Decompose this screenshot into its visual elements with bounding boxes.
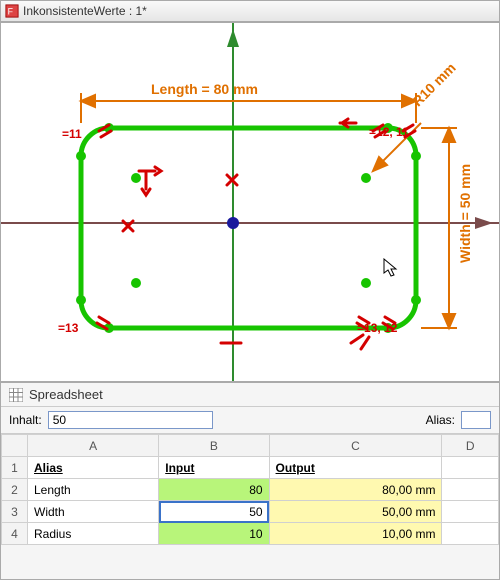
cell[interactable] (442, 457, 499, 479)
dimension-length[interactable]: Length = 80 mm (151, 81, 258, 97)
cell[interactable] (442, 501, 499, 523)
constraint-marker: =13 (58, 321, 78, 335)
spreadsheet-panel: Spreadsheet Inhalt: Alias: A B C D 1 Al (0, 382, 500, 580)
row-header[interactable]: 2 (2, 479, 28, 501)
cell-input[interactable]: 50 (159, 501, 269, 523)
col-header[interactable]: B (159, 435, 269, 457)
table-row: 2 Length 80 80,00 mm (2, 479, 499, 501)
spreadsheet-grid[interactable]: A B C D 1 Alias Input Output 2 Length 8 (1, 434, 499, 579)
constraint-marker: =11 (62, 127, 82, 141)
cell-alias-input[interactable] (461, 411, 491, 429)
cell-output[interactable]: 10,00 mm (269, 523, 442, 545)
cell-alias[interactable]: Length (28, 479, 159, 501)
cell-content-row: Inhalt: Alias: (1, 407, 499, 434)
app-icon: F (5, 4, 19, 18)
alias-label: Alias: (426, 413, 455, 427)
constraint-marker: =13, 12 (357, 321, 397, 335)
spreadsheet-panel-title: Spreadsheet (1, 383, 499, 407)
cell-content-input[interactable] (48, 411, 213, 429)
table-row: 1 Alias Input Output (2, 457, 499, 479)
row-header[interactable]: 3 (2, 501, 28, 523)
col-header[interactable]: A (28, 435, 159, 457)
table-row: 4 Radius 10 10,00 mm (2, 523, 499, 545)
header-output[interactable]: Output (269, 457, 442, 479)
dimension-width[interactable]: Width = 50 mm (457, 164, 473, 263)
row-header[interactable]: 4 (2, 523, 28, 545)
header-input[interactable]: Input (159, 457, 269, 479)
cell[interactable] (442, 479, 499, 501)
constraint-marker: =12, 11 (369, 125, 409, 139)
row-header[interactable]: 1 (2, 457, 28, 479)
cell-input[interactable]: 80 (159, 479, 269, 501)
table-row: 3 Width 50 50,00 mm (2, 501, 499, 523)
cell-alias[interactable]: Width (28, 501, 159, 523)
col-header[interactable]: D (442, 435, 499, 457)
header-alias[interactable]: Alias (28, 457, 159, 479)
mouse-cursor-icon (383, 258, 399, 278)
grid-corner[interactable] (2, 435, 28, 457)
window-titlebar: F InkonsistenteWerte : 1* (0, 0, 500, 22)
sketch-canvas[interactable]: Length = 80 mm Width = 50 mm R10 mm =11 … (0, 22, 500, 382)
svg-text:F: F (8, 7, 13, 17)
spreadsheet-title-text: Spreadsheet (29, 387, 103, 402)
cell-output[interactable]: 50,00 mm (269, 501, 442, 523)
cell[interactable] (442, 523, 499, 545)
col-header[interactable]: C (269, 435, 442, 457)
content-label: Inhalt: (9, 413, 42, 427)
spreadsheet-icon (9, 388, 23, 402)
cell-input[interactable]: 10 (159, 523, 269, 545)
cell-alias[interactable]: Radius (28, 523, 159, 545)
window-title: InkonsistenteWerte : 1* (23, 4, 147, 18)
cell-output[interactable]: 80,00 mm (269, 479, 442, 501)
